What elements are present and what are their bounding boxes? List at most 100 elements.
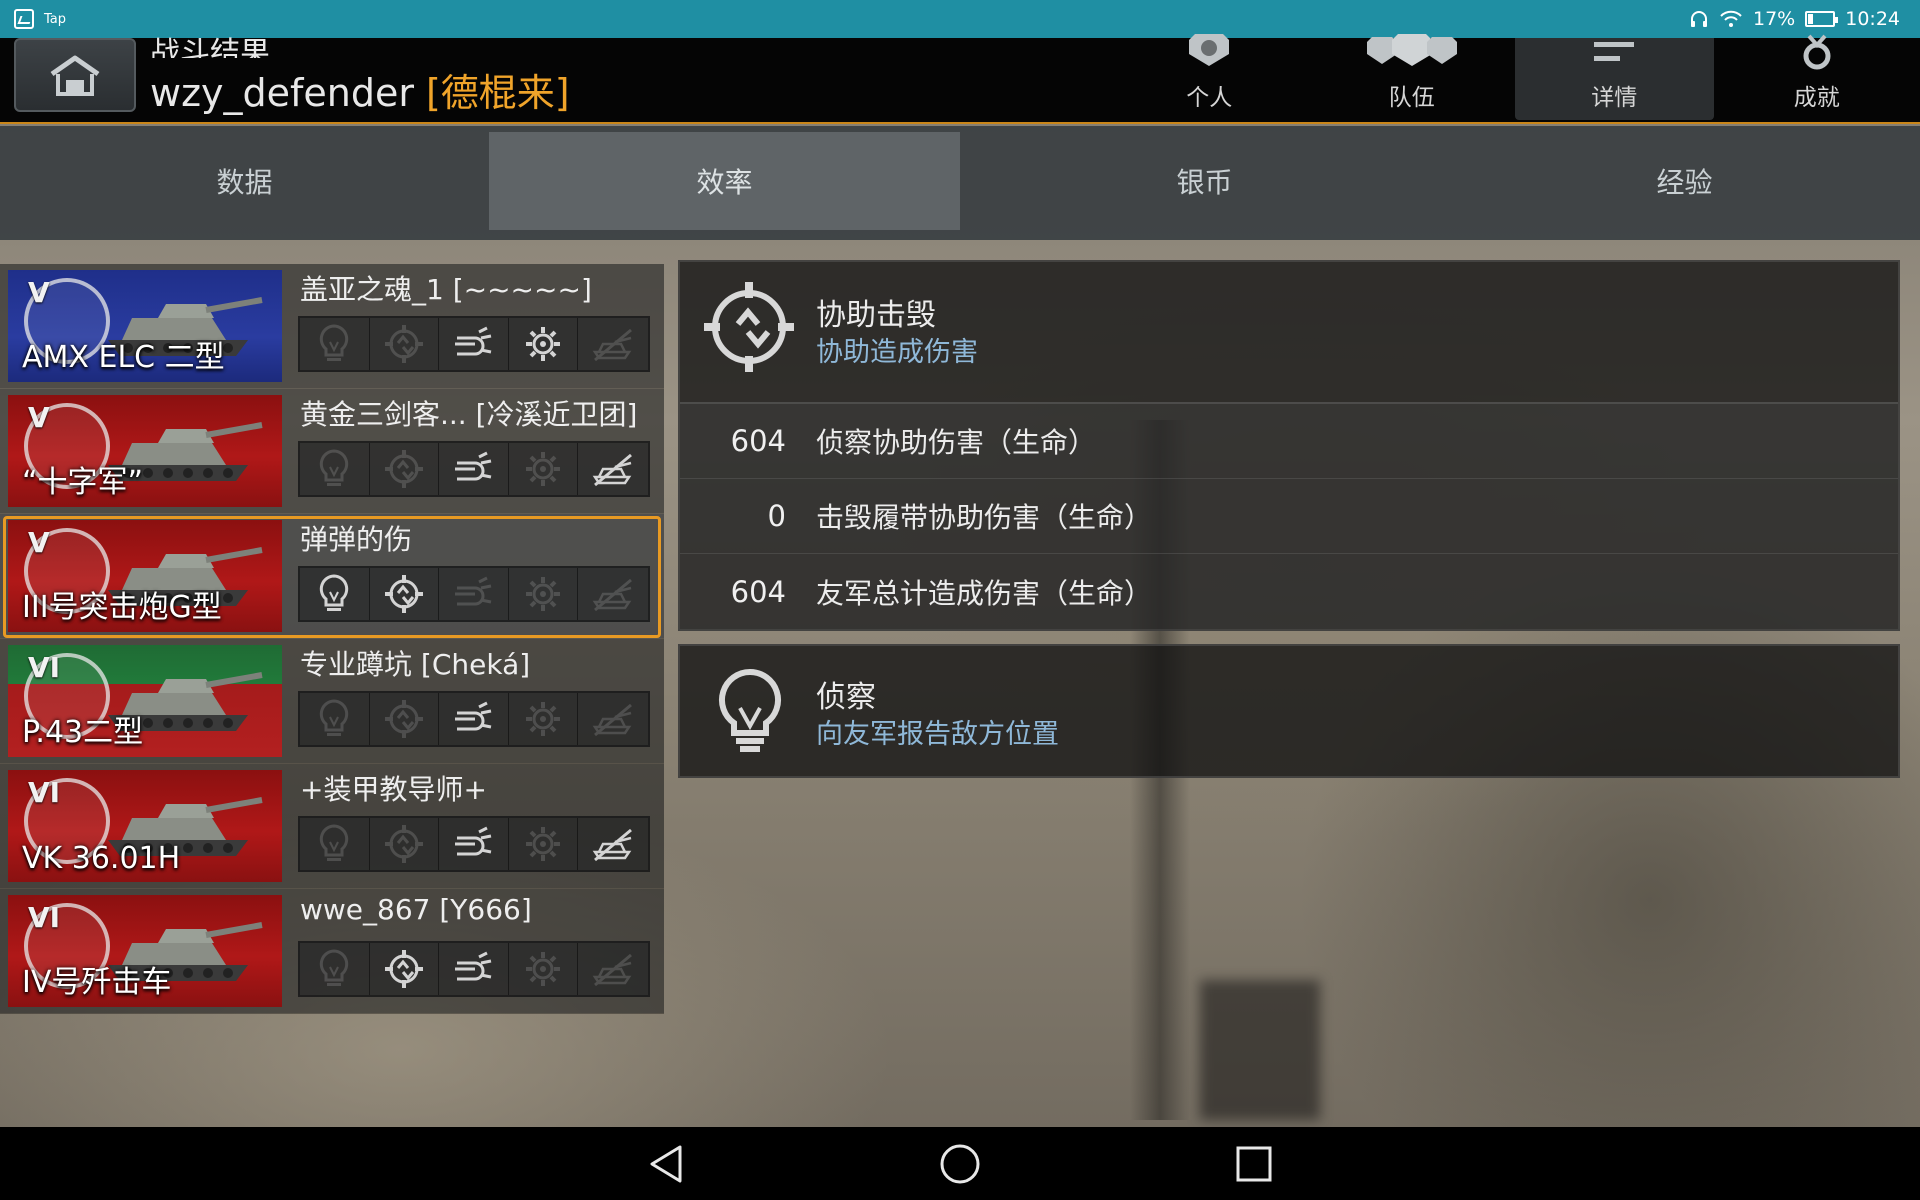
tab-achievements[interactable]: 成就 [1718,34,1917,120]
battery-icon [1805,11,1839,27]
vehicle-tier: VI [28,651,61,684]
spotting-bulb-icon [719,668,781,752]
tab-personal-label: 个人 [1186,85,1233,111]
vehicle-tier: VI [28,901,61,934]
hangar-button[interactable] [14,38,136,112]
vehicle-card: VI P.43二型 [8,645,282,757]
gear-icon [509,943,579,995]
team-badge-icon [1366,34,1457,66]
tab-silver[interactable]: 银币 [969,132,1440,230]
vehicle-tier: V [28,401,50,434]
assist-target-icon [370,443,440,495]
vehicle-name: VK 36.01H [22,841,181,876]
assist-target-icon [370,818,440,870]
vehicle-card: V III号突击炮G型 [8,520,282,632]
vehicle-card: V “十字军” [8,395,282,507]
damage-shell-icon [439,443,509,495]
player-row[interactable]: VI IV号歼击车 wwe_867 [Y666] [0,889,664,1014]
results-tab-bar: 个人 队伍 详情 成就 [1110,34,1920,122]
tab-experience[interactable]: 经验 [1449,132,1920,230]
player-row[interactable]: V AMX ELC 二型 盖亚之魂_1 [~~~~~] [0,264,664,389]
vehicle-tier: V [28,276,50,309]
tab-team-label: 队伍 [1388,85,1435,111]
player-name-line: wzy_defender [德棍来] [150,62,570,117]
medal-icon [1803,34,1831,70]
person-badge-icon [1189,34,1230,66]
back-triangle-icon [650,1145,682,1182]
stat-label: 友军总计造成伤害（生命） [816,576,1153,610]
tab-data[interactable]: 数据 [9,132,480,230]
vehicle-name: AMX ELC 二型 [22,340,225,375]
assist-target-icon [370,318,440,370]
spotting-bulb-icon [300,318,370,370]
player-name: wwe_867 [Y666] [300,893,532,926]
player-row[interactable]: V III号突击炮G型 弹弹的伤 [0,514,664,639]
tab-team[interactable]: 队伍 [1313,34,1512,120]
player-row[interactable]: V “十字军” 黄金三剑客... [冷溪近卫团] [0,389,664,514]
damage-shell-icon [439,318,509,370]
back-button[interactable] [644,1142,688,1186]
tank-destroyed-icon [578,693,648,745]
tab-details[interactable]: 详情 [1515,38,1714,120]
battle-results-header: 战斗结果 wzy_defender [德棍来] 个人 队伍 详情 成就 [0,34,1920,124]
android-navigation-bar [0,1127,1920,1200]
assist-subtitle: 协助造成伤害 [816,337,978,368]
tab-achievements-label: 成就 [1793,85,1840,111]
spotting-bulb-icon [300,693,370,745]
tab-personal[interactable]: 个人 [1110,34,1309,120]
player-row[interactable]: VI P.43二型 专业蹲坑 [Cheká] [0,639,664,764]
vehicle-name: III号突击炮G型 [22,590,222,625]
stat-label: 击毁履带协助伤害（生命） [816,501,1153,534]
damage-shell-icon [439,693,509,745]
gear-icon [509,818,579,870]
vehicle-tier: V [28,526,50,559]
player-name: 盖亚之魂_1 [~~~~~] [300,273,592,306]
tank-destroyed-icon [578,443,648,495]
stat-label: 侦察协助伤害（生命） [816,426,1097,459]
recents-square-icon [1236,1146,1272,1181]
player-row[interactable]: VI VK 36.01H +装甲教导师+ [0,764,664,889]
stat-row-track-assist: 0 击毁履带协助伤害（生命） [680,479,1898,554]
efficiency-medals [298,566,650,622]
notification-label: Tap [44,11,67,27]
hangar-icon [50,55,100,96]
spotting-bulb-icon [300,443,370,495]
gear-icon [509,318,579,370]
efficiency-medals [298,816,650,872]
tank-destroyed-icon [578,568,648,620]
spotting-panel: 侦察 向友军报告敌方位置 [678,644,1900,778]
spotting-subtitle: 向友军报告敌方位置 [816,719,1059,750]
wifi-icon [1720,10,1742,27]
stat-row-total-allied-damage: 604 友军总计造成伤害（生命） [680,554,1898,629]
vehicle-name: “十字军” [22,465,144,500]
detail-category-tabs: 数据 效率 银币 经验 [0,126,1920,240]
assist-target-icon [370,943,440,995]
assist-title: 协助击毁 [816,298,936,333]
spotting-bulb-icon [300,568,370,620]
clan-tag: [德棍来] [425,71,570,115]
vehicle-tier: VI [28,776,61,809]
assist-damage-panel: 协助击毁 协助造成伤害 604 侦察协助伤害（生命） 0 击毁履带协助伤害（生命… [678,260,1900,631]
player-name: 黄金三剑客... [冷溪近卫团] [300,398,638,431]
vehicle-name: IV号歼击车 [22,965,172,1000]
assist-target-icon [370,568,440,620]
player-name: wzy_defender [150,71,414,115]
assist-stats-list: 604 侦察协助伤害（生命） 0 击毁履带协助伤害（生命） 604 友军总计造成… [680,402,1898,629]
tank-destroyed-icon [578,318,648,370]
gear-icon [509,693,579,745]
efficiency-medals [298,441,650,497]
recents-button[interactable] [1232,1142,1276,1186]
player-name: 弹弹的伤 [300,523,413,556]
stat-value: 604 [730,574,786,609]
spotting-bulb-icon [300,818,370,870]
tab-efficiency[interactable]: 效率 [489,132,960,230]
stat-value: 604 [730,424,786,458]
screen-title: 战斗结果 [150,36,270,58]
assist-target-icon [704,282,794,372]
efficiency-medals [298,691,650,747]
damage-shell-icon [439,818,509,870]
tank-destroyed-icon [578,943,648,995]
tab-details-label: 详情 [1591,85,1638,111]
home-button[interactable] [938,1142,982,1186]
efficiency-medals [298,316,650,372]
